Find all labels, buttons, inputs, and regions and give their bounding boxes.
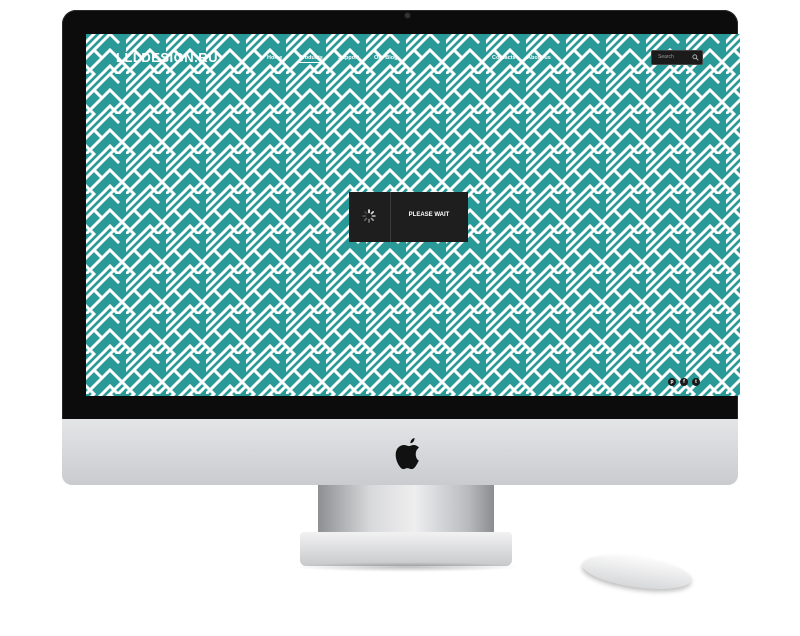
pinterest-icon[interactable]: p [668, 378, 676, 386]
website-screen: LLLDESIGN.RU Home Products Support Our B… [86, 34, 740, 396]
facebook-icon[interactable]: f [680, 378, 688, 386]
nav-products[interactable]: Products [299, 55, 323, 63]
nav-home[interactable]: Home [267, 55, 282, 61]
magic-mouse [580, 549, 694, 595]
twitter-icon[interactable]: t [692, 378, 700, 386]
search-input[interactable]: Search [651, 50, 703, 65]
monitor-stand-neck [318, 485, 494, 537]
nav-our-blog[interactable]: Our Blog [374, 55, 398, 61]
nav-support[interactable]: Support [338, 55, 359, 61]
stand-shadow [294, 562, 520, 572]
loading-dialog: PLEASE WAIT [349, 192, 468, 242]
please-wait-label: PLEASE WAIT [408, 212, 450, 218]
nav-about-us[interactable]: About us [527, 55, 551, 61]
spinner-icon [362, 209, 376, 223]
apple-logo-icon [395, 438, 419, 470]
site-logo[interactable]: LLLDESIGN.RU [116, 50, 218, 65]
nav-contacts[interactable]: Contacts [492, 55, 516, 61]
spinner-cell [349, 192, 391, 242]
top-navigation: LLLDESIGN.RU Home Products Support Our B… [86, 34, 740, 74]
search-icon[interactable] [692, 54, 699, 61]
camera-icon [405, 13, 410, 18]
monitor-stand-base [300, 532, 512, 566]
search-placeholder: Search [658, 54, 674, 60]
